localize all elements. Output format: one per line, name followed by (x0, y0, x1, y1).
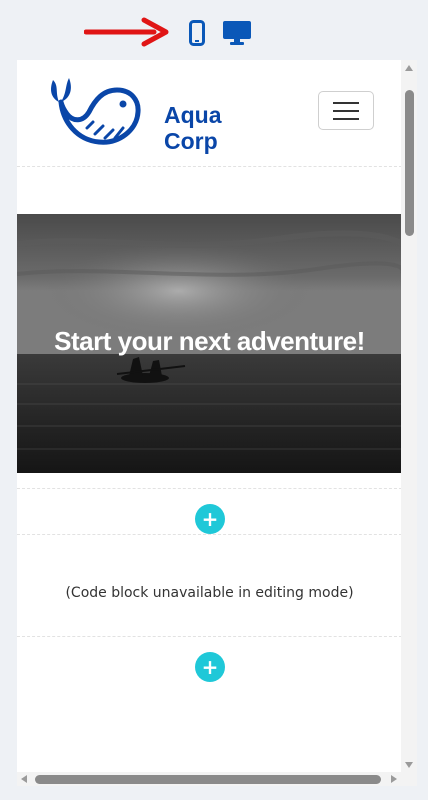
code-block-message: (Code block unavailable in editing mode) (65, 585, 354, 601)
hero-title: Start your next adventure! (54, 326, 365, 356)
plus-icon: + (201, 655, 219, 679)
site-header: Aqua Corp (17, 60, 402, 166)
logo-line1: Aqua (164, 102, 222, 128)
horizontal-scrollbar[interactable] (17, 772, 417, 786)
scroll-right-arrow-icon[interactable] (391, 775, 397, 783)
hero-banner[interactable]: Start your next adventure! (17, 214, 402, 473)
add-block-button[interactable]: + (195, 652, 225, 682)
add-block-button[interactable]: + (195, 504, 225, 534)
mobile-view-button[interactable] (186, 18, 208, 48)
horizontal-scroll-thumb[interactable] (35, 775, 381, 784)
scroll-left-arrow-icon[interactable] (21, 775, 27, 783)
red-arrow-icon (84, 17, 169, 47)
logo-text: Aqua Corp (164, 102, 222, 154)
whale-icon (51, 78, 141, 145)
mobile-phone-icon (189, 20, 205, 46)
menu-toggle-button[interactable] (318, 91, 374, 130)
scroll-down-arrow-icon[interactable] (405, 762, 413, 768)
vertical-scrollbar[interactable] (401, 60, 417, 772)
scroll-up-arrow-icon[interactable] (405, 65, 413, 71)
vertical-scroll-thumb[interactable] (405, 90, 414, 236)
preview-frame: Aqua Corp Start your next adventure! + (… (17, 60, 417, 786)
site-logo[interactable]: Aqua Corp (43, 76, 222, 154)
desktop-monitor-icon (223, 21, 251, 45)
editor-toolbar (0, 0, 428, 60)
page-content: Aqua Corp Start your next adventure! + (… (17, 60, 402, 772)
logo-line2: Corp (164, 128, 218, 154)
hamburger-menu-icon (333, 101, 359, 104)
plus-icon: + (201, 507, 219, 531)
desktop-view-button[interactable] (220, 18, 254, 48)
